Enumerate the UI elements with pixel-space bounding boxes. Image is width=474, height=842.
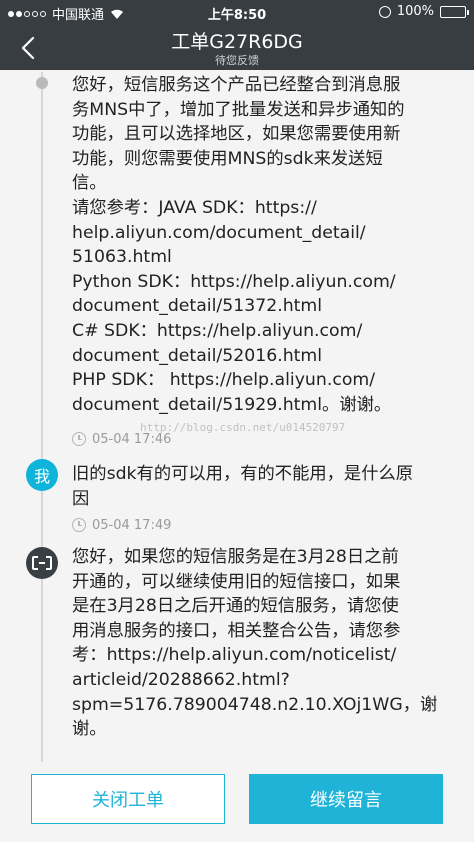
message-line: 旧的sdk有的可以用，有的不能用，是什么原 xyxy=(72,464,414,484)
message-line: 请您参考：JAVA SDK：https:// xyxy=(72,197,317,218)
message-line: 务MNS中了，增加了批量发送和异步通知的 xyxy=(72,99,405,120)
message-line: document_detail/52016.html xyxy=(72,345,323,366)
aliyun-logo-avatar xyxy=(26,547,58,579)
message-line: Python SDK：https://help.aliyun.com/ xyxy=(72,271,396,292)
message-line: 因 xyxy=(72,488,90,509)
timeline-node-dot xyxy=(36,77,48,89)
message-text: 旧的sdk有的可以用，有的不能用，是什么原 因 xyxy=(72,462,452,511)
message-line: C# SDK：https://help.aliyun.com/ xyxy=(72,320,363,341)
message-line: 是在3月28日之后开通的短信服务，请您使 xyxy=(72,596,399,617)
message-line: 功能，则您需要使用MNS的sdk来发送短 xyxy=(72,148,383,169)
battery-icon xyxy=(440,5,469,18)
ticket-status: 待您反馈 xyxy=(215,54,259,67)
battery-percent: 100% xyxy=(396,4,434,19)
clock-icon xyxy=(72,432,86,446)
watermark: http://blog.csdn.net/u014520797 xyxy=(140,421,346,434)
close-ticket-button[interactable]: 关闭工单 xyxy=(31,774,225,824)
message-line: 您好，如果您的短信服务是在3月28日之前 xyxy=(72,547,399,567)
message-line: 用消息服务的接口，相关整合公告，请您参 xyxy=(72,620,401,641)
page-title: 工单G27R6DG xyxy=(171,31,303,53)
rotation-lock-icon xyxy=(378,5,391,18)
message-line: spm=5176.789004748.n2.10.XOj1WG，谢 xyxy=(72,694,438,715)
avatar-me: 我 xyxy=(26,459,58,491)
message-line: help.aliyun.com/document_detail/ xyxy=(72,222,366,243)
continue-message-button[interactable]: 继续留言 xyxy=(249,774,443,824)
message-line: 考：https://help.aliyun.com/noticelist/ xyxy=(72,645,397,666)
status-right: 100% xyxy=(378,4,469,19)
message-timestamp: 05-04 17:49 xyxy=(72,515,171,535)
nav-header: 中国联通 上午8:50 100% 工单G27R6DG 待您反馈 xyxy=(0,0,474,70)
message-line: 信。 xyxy=(72,173,107,194)
message-line: 谢。 xyxy=(72,719,107,740)
bottom-action-bar: 关闭工单 继续留言 xyxy=(0,762,474,842)
status-bar: 中国联通 上午8:50 100% xyxy=(0,0,474,24)
message-line: document_detail/51372.html xyxy=(72,296,323,317)
message-text: 您好，如果您的短信服务是在3月28日之前 开通的，可以继续使用旧的短信接口，如果… xyxy=(72,545,452,742)
message-line: articleid/20288662.html? xyxy=(72,669,290,690)
message-line: PHP SDK： https://help.aliyun.com/ xyxy=(72,370,376,391)
aliyun-logo-icon xyxy=(32,556,52,570)
timeline-line xyxy=(41,72,43,762)
message-line: 您好，短信服务这个产品已经整合到消息服 xyxy=(72,75,401,95)
message-text: 您好，短信服务这个产品已经整合到消息服 务MNS中了，增加了批量发送和异步通知的… xyxy=(72,73,452,417)
message-line: 功能，且可以选择地区，如果您需要使用新 xyxy=(72,124,401,145)
message-line: document_detail/51929.html。谢谢。 xyxy=(72,394,392,415)
message-line: 开通的，可以继续使用旧的短信接口，如果 xyxy=(72,571,401,592)
timestamp-text: 05-04 17:49 xyxy=(92,517,172,533)
message-line: 51063.html xyxy=(72,247,172,268)
clock-icon xyxy=(72,518,86,532)
